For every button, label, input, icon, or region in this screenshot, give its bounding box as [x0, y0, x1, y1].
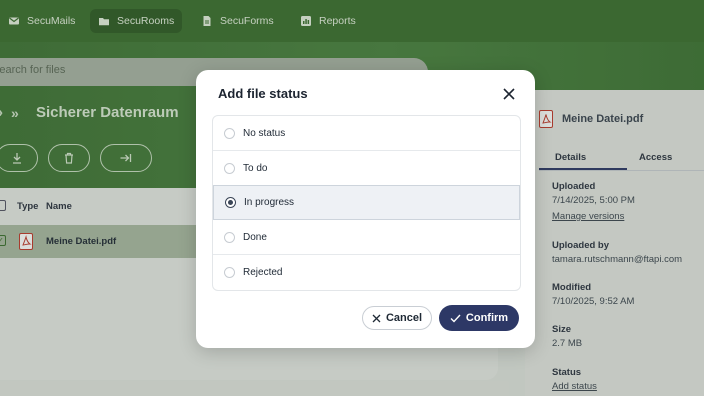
status-options-list: No status To do In progress Done Rejecte… [212, 115, 521, 291]
option-label: No status [243, 127, 286, 139]
add-file-status-dialog: Add file status No status To do In progr… [196, 70, 535, 348]
status-option-to-do[interactable]: To do [213, 151, 520, 186]
radio-button[interactable] [224, 231, 235, 243]
x-icon [372, 314, 381, 322]
confirm-label: Confirm [465, 312, 509, 324]
radio-button[interactable] [224, 162, 235, 174]
radio-button[interactable] [224, 127, 235, 139]
status-option-no-status[interactable]: No status [213, 116, 520, 151]
check-icon [450, 314, 461, 323]
option-label: Rejected [243, 266, 283, 278]
status-option-done[interactable]: Done [213, 220, 520, 255]
cancel-button[interactable]: Cancel [362, 306, 432, 330]
radio-button[interactable] [224, 266, 235, 278]
dialog-title: Add file status [218, 86, 308, 101]
status-option-in-progress[interactable]: In progress [213, 185, 520, 220]
close-icon[interactable] [502, 87, 516, 101]
status-option-rejected[interactable]: Rejected [213, 255, 520, 289]
cancel-label: Cancel [385, 312, 423, 324]
option-label: In progress [244, 197, 295, 208]
option-label: Done [243, 231, 267, 243]
radio-button-checked[interactable] [225, 197, 236, 208]
option-label: To do [243, 162, 268, 174]
confirm-button[interactable]: Confirm [439, 305, 519, 331]
